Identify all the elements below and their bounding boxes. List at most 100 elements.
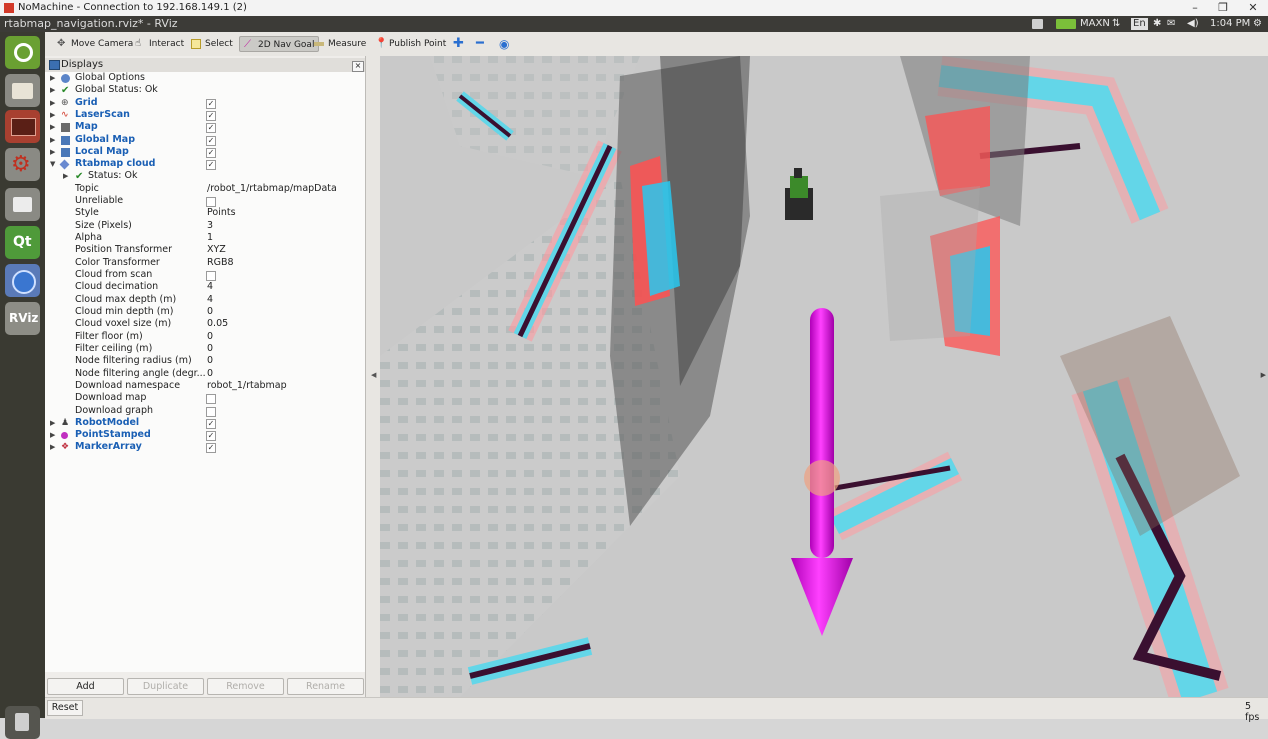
- grid-icon: ⊕: [61, 98, 69, 108]
- measure-tool[interactable]: Measure: [310, 36, 370, 52]
- rviz-toolbar: ✥ Move Camera ☝ Interact Select ⟋ 2D Nav…: [45, 32, 1268, 57]
- expand-arrow-icon[interactable]: ▶: [50, 417, 55, 429]
- add-tool-icon[interactable]: ✚: [453, 36, 467, 52]
- property-row[interactable]: Filter ceiling (m) 0: [45, 343, 365, 355]
- ubuntu-home-icon[interactable]: [5, 36, 40, 69]
- display-icon[interactable]: [1032, 19, 1043, 29]
- property-row[interactable]: Download graph: [45, 405, 365, 417]
- tool-properties-icon[interactable]: ◉: [499, 36, 513, 52]
- chromium-icon[interactable]: [5, 264, 40, 297]
- property-row[interactable]: Color Transformer RGB8: [45, 257, 365, 269]
- nav-goal-tool[interactable]: ⟋ 2D Nav Goal: [239, 36, 320, 52]
- local-map-checkbox[interactable]: ✓: [206, 148, 216, 158]
- property-row[interactable]: Style Points: [45, 207, 365, 219]
- expand-arrow-icon[interactable]: ▶: [63, 170, 68, 182]
- laserscan-checkbox[interactable]: ✓: [206, 111, 216, 121]
- splitter[interactable]: ◀: [366, 56, 380, 697]
- expand-arrow-icon[interactable]: ▶: [50, 429, 55, 441]
- status-bar: Reset 5 fps: [45, 697, 1268, 723]
- property-row[interactable]: Cloud voxel size (m) 0.05: [45, 318, 365, 330]
- tree-item-pointstamped[interactable]: ▶ PointStamped ✓: [45, 429, 365, 441]
- expand-arrow-icon[interactable]: ▶: [50, 72, 55, 84]
- rviz-icon[interactable]: RViz: [5, 302, 40, 335]
- 3d-render-view[interactable]: ▶: [380, 56, 1268, 697]
- clock[interactable]: 1:04 PM: [1210, 17, 1250, 31]
- property-row[interactable]: Cloud min depth (m) 0: [45, 306, 365, 318]
- close-icon[interactable]: ×: [352, 61, 364, 72]
- property-row[interactable]: Filter floor (m) 0: [45, 331, 365, 343]
- property-row[interactable]: Cloud from scan: [45, 269, 365, 281]
- property-row[interactable]: Size (Pixels) 3: [45, 220, 365, 232]
- expand-arrow-icon[interactable]: ▶: [50, 134, 55, 146]
- map-checkbox[interactable]: ✓: [206, 123, 216, 133]
- tree-item-markerarray[interactable]: ▶ ❖ MarkerArray ✓: [45, 441, 365, 453]
- property-row[interactable]: Alpha 1: [45, 232, 365, 244]
- close-icon[interactable]: ✕: [1240, 1, 1266, 15]
- gear-icon[interactable]: ⚙: [1253, 17, 1262, 31]
- mail-icon[interactable]: ✉: [1167, 17, 1175, 31]
- tree-item-local-map[interactable]: ▶ Local Map ✓: [45, 146, 365, 158]
- property-row[interactable]: Node filtering radius (m) 0: [45, 355, 365, 367]
- property-row[interactable]: Unreliable: [45, 195, 365, 207]
- nvidia-icon[interactable]: [1056, 19, 1076, 29]
- qt-creator-icon[interactable]: Qt: [5, 226, 40, 259]
- global-map-checkbox[interactable]: ✓: [206, 136, 216, 146]
- property-row[interactable]: Topic/robot_1/rtabmap/mapData: [45, 183, 365, 195]
- rtabmap-cloud-checkbox[interactable]: ✓: [206, 160, 216, 170]
- tree-item-robotmodel[interactable]: ▶ ♟ RobotModel ✓: [45, 417, 365, 429]
- disk-icon[interactable]: [5, 188, 40, 221]
- robotmodel-checkbox[interactable]: ✓: [206, 419, 216, 429]
- reset-button[interactable]: Reset: [47, 700, 83, 716]
- tree-item-map[interactable]: ▶ Map ✓: [45, 121, 365, 133]
- expand-right-arrow-icon[interactable]: ▶: [1261, 371, 1266, 379]
- duplicate-button[interactable]: Duplicate: [127, 678, 204, 695]
- network-icon[interactable]: ⇅: [1112, 17, 1120, 31]
- tree-item-global-status[interactable]: ▶ ✔ Global Status: Ok: [45, 84, 365, 96]
- tree-item-cloud-status[interactable]: ▶ ✔ Status: Ok: [45, 170, 365, 182]
- property-row[interactable]: Node filtering angle (degr... 0: [45, 368, 365, 380]
- pointstamped-checkbox[interactable]: ✓: [206, 431, 216, 441]
- trash-icon[interactable]: [5, 706, 40, 739]
- property-row[interactable]: Cloud decimation 4: [45, 281, 365, 293]
- tree-item-rtabmap-cloud[interactable]: ▼ Rtabmap cloud ✓: [45, 158, 365, 170]
- expand-arrow-icon[interactable]: ▶: [50, 97, 55, 109]
- interact-tool[interactable]: ☝ Interact: [131, 36, 188, 52]
- markerarray-checkbox[interactable]: ✓: [206, 443, 216, 453]
- property-row[interactable]: Download map: [45, 392, 365, 404]
- collapse-arrow-icon[interactable]: ▼: [50, 158, 55, 170]
- move-camera-tool[interactable]: ✥ Move Camera: [53, 36, 137, 52]
- tree-item-global-options[interactable]: ▶ Global Options: [45, 72, 365, 84]
- expand-arrow-icon[interactable]: ▶: [50, 441, 55, 453]
- unreliable-checkbox[interactable]: [206, 197, 216, 207]
- tree-item-grid[interactable]: ▶ ⊕ Grid ✓: [45, 97, 365, 109]
- power-mode[interactable]: MAXN: [1080, 17, 1110, 31]
- download-graph-checkbox[interactable]: [206, 407, 216, 417]
- files-icon[interactable]: [5, 74, 40, 107]
- bluetooth-icon[interactable]: ✱: [1153, 17, 1161, 31]
- grid-checkbox[interactable]: ✓: [206, 99, 216, 109]
- settings-icon[interactable]: ⚙: [5, 148, 40, 181]
- expand-arrow-icon[interactable]: ▶: [50, 84, 55, 96]
- property-row[interactable]: Download namespace robot_1/rtabmap: [45, 380, 365, 392]
- tree-item-global-map[interactable]: ▶ Global Map ✓: [45, 134, 365, 146]
- select-tool[interactable]: Select: [187, 36, 237, 52]
- property-row[interactable]: Cloud max depth (m) 4: [45, 294, 365, 306]
- expand-arrow-icon[interactable]: ▶: [50, 121, 55, 133]
- expand-arrow-icon[interactable]: ▶: [50, 109, 55, 121]
- keyboard-layout[interactable]: En: [1131, 18, 1148, 30]
- displays-tree: ▶ Global Options ▶ ✔ Global Status: Ok ▶…: [45, 72, 365, 672]
- volume-icon[interactable]: ◀): [1187, 17, 1199, 31]
- minimize-icon[interactable]: –: [1182, 1, 1208, 15]
- remove-button[interactable]: Remove: [207, 678, 284, 695]
- cloud-from-scan-checkbox[interactable]: [206, 271, 216, 281]
- download-map-checkbox[interactable]: [206, 394, 216, 404]
- publish-point-tool[interactable]: 📍 Publish Point: [371, 36, 450, 52]
- restore-icon[interactable]: ❐: [1210, 1, 1236, 15]
- property-row[interactable]: Position Transformer XYZ: [45, 244, 365, 256]
- terminal-icon[interactable]: [5, 110, 40, 143]
- tree-item-laserscan[interactable]: ▶ ∿ LaserScan ✓: [45, 109, 365, 121]
- expand-arrow-icon[interactable]: ▶: [50, 146, 55, 158]
- rename-button[interactable]: Rename: [287, 678, 364, 695]
- remove-tool-icon[interactable]: ━: [476, 36, 490, 52]
- add-button[interactable]: Add: [47, 678, 124, 695]
